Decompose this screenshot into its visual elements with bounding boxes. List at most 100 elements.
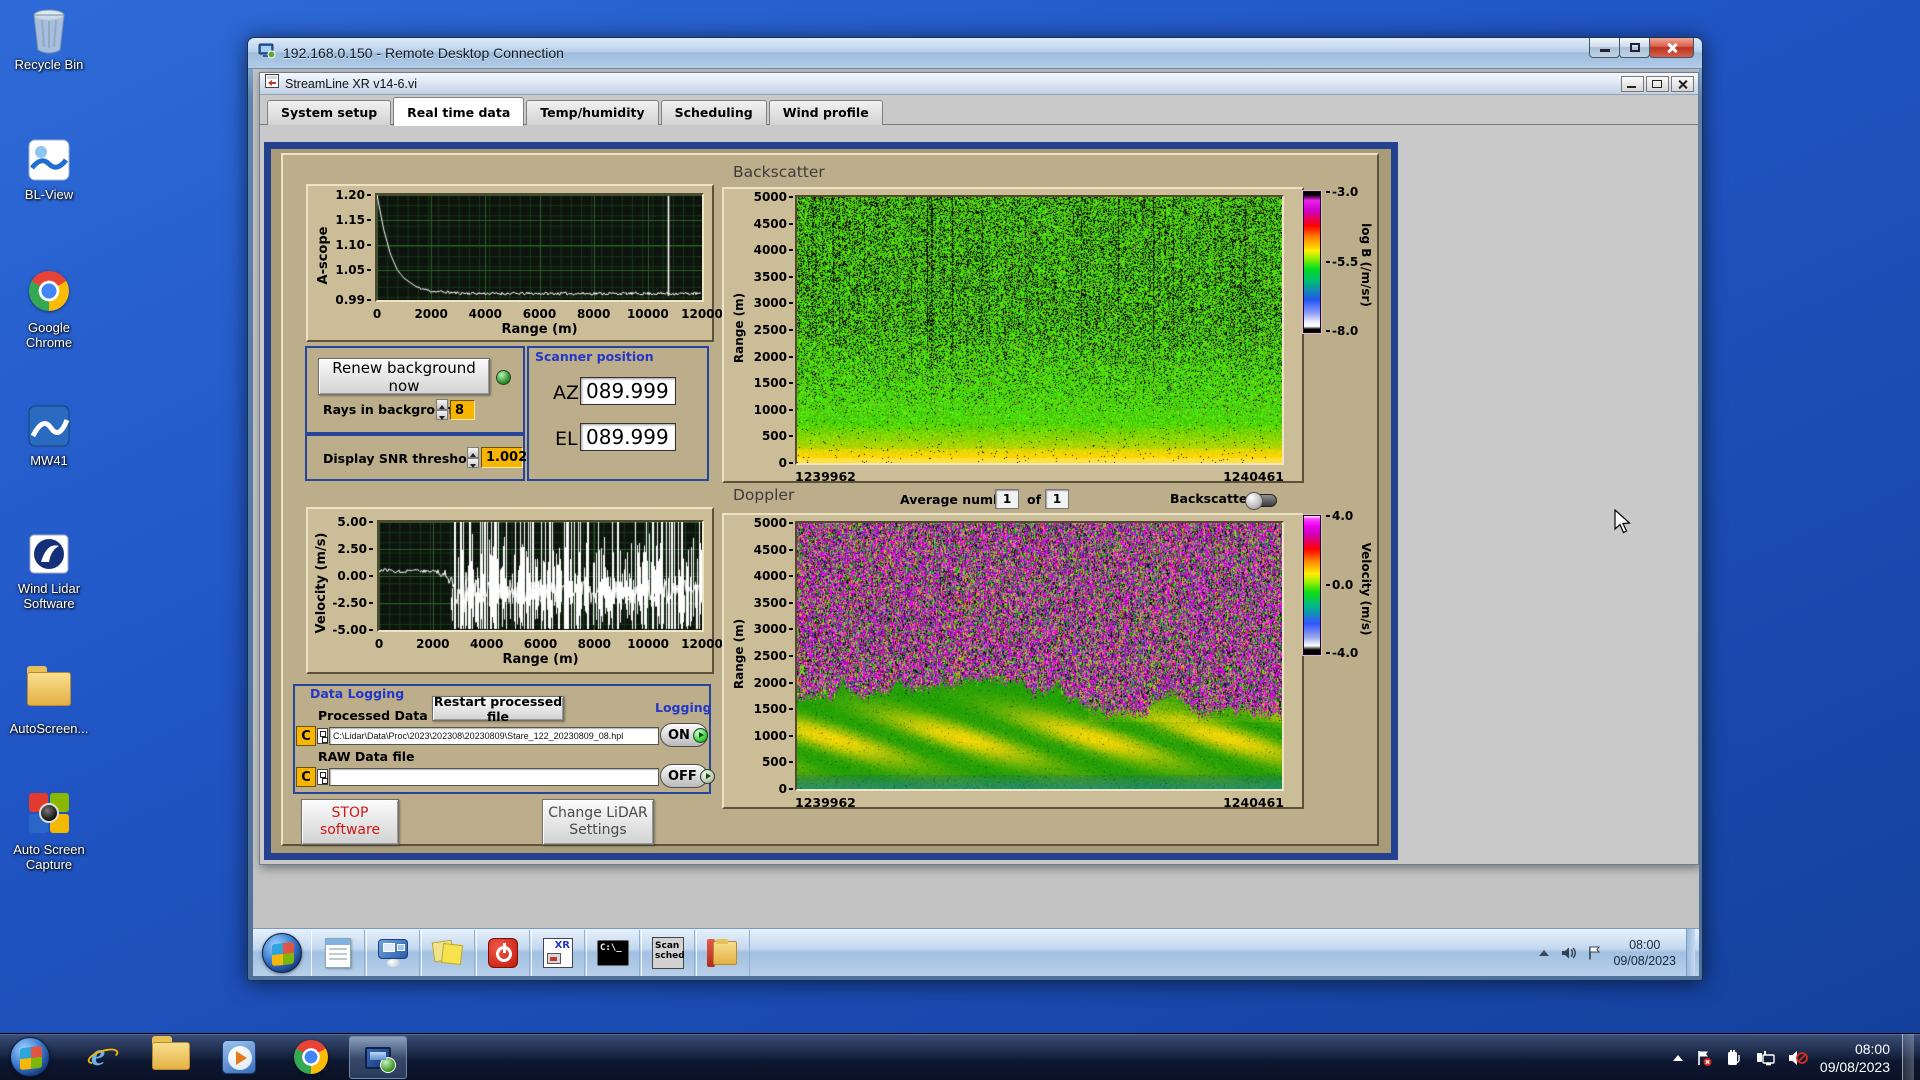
- rdp-titlebar[interactable]: 192.168.0.150 - Remote Desktop Connectio…: [248, 38, 1702, 69]
- on-label: ON: [668, 727, 690, 743]
- taskbar-chrome-button[interactable]: [294, 1040, 328, 1074]
- processed-drive-box[interactable]: C: [296, 726, 316, 746]
- remote-show-desktop-button[interactable]: [1686, 929, 1695, 976]
- remote-start-button[interactable]: [262, 933, 302, 973]
- processed-logging-switch[interactable]: ON: [660, 723, 708, 747]
- front-panel: A-scope 1.20 1.15 1.10 1.05 0.99 0 2000 4000 60…: [260, 126, 1698, 864]
- logging-label: Logging: [655, 700, 712, 715]
- remote-taskbar: XR C:\_ Scan sched 08:00 09/08/2023: [253, 928, 1699, 976]
- doppler-title: Doppler: [733, 486, 795, 504]
- speaker-icon[interactable]: [1559, 945, 1577, 961]
- ascope-x-ticks: 0 2000 4000 6000 8000 10000 12000: [372, 307, 723, 321]
- remote-system-tray: 08:00 09/08/2023: [1539, 929, 1699, 976]
- taskbar-folder-button[interactable]: [696, 930, 750, 976]
- action-center-flag-error-icon[interactable]: [1695, 1049, 1713, 1067]
- vi-icon: [265, 74, 279, 93]
- vi-maximize-button[interactable]: [1646, 76, 1669, 92]
- tray-expand-icon[interactable]: [1539, 950, 1550, 956]
- average-total-field[interactable]: 1: [1045, 489, 1069, 509]
- maximize-button[interactable]: [1619, 38, 1650, 58]
- taskbar-internet-explorer-button[interactable]: e: [85, 1036, 121, 1074]
- taskbar-sticky-notes-button[interactable]: [421, 930, 475, 976]
- taskbar-power-button[interactable]: [476, 930, 530, 976]
- taskbar-streamline-xr-button[interactable]: XR: [531, 930, 585, 976]
- off-label: OFF: [668, 768, 697, 784]
- colorbar-tick: -8.0: [1326, 324, 1358, 338]
- taskbar-scan-scheduler-button[interactable]: Scan sched: [641, 930, 695, 976]
- taskbar-explorer-button[interactable]: [152, 1036, 190, 1070]
- az-field[interactable]: 089.999: [580, 377, 676, 405]
- off-led-icon: [699, 768, 715, 784]
- taskbar-command-prompt-button[interactable]: C:\_: [586, 930, 640, 976]
- desktop-icon-recycle-bin[interactable]: Recycle Bin: [6, 8, 92, 72]
- close-icon: [1666, 42, 1678, 54]
- maximize-icon: [1652, 80, 1662, 88]
- doppler-colorbar-label: Velocity (m/s): [1359, 542, 1373, 636]
- power-plug-icon[interactable]: [1725, 1049, 1744, 1067]
- minimize-button[interactable]: [1589, 38, 1620, 58]
- renew-background-button[interactable]: Renew background now: [318, 358, 490, 395]
- change-lidar-settings-button[interactable]: Change LiDAR Settings: [542, 799, 654, 845]
- tab-wind-profile[interactable]: Wind profile: [768, 100, 883, 125]
- rdp-session-icon: [365, 1046, 396, 1073]
- chrome-icon: [26, 271, 72, 317]
- speaker-muted-icon[interactable]: [1788, 1049, 1808, 1067]
- taskbar-wmp-button[interactable]: [222, 1040, 256, 1074]
- close-button[interactable]: [1649, 38, 1694, 58]
- desktop-icon-bl-view[interactable]: BL-View: [6, 138, 92, 202]
- restart-processed-button[interactable]: Restart processed file: [432, 694, 564, 724]
- bl-view-icon: [26, 138, 72, 184]
- streamline-window-title: StreamLine XR v14-6.vi: [285, 76, 418, 91]
- tab-system-setup[interactable]: System setup: [267, 100, 392, 125]
- action-center-flag-icon[interactable]: [1587, 945, 1603, 961]
- raw-drive-box[interactable]: C: [296, 767, 316, 787]
- chrome-icon: [294, 1040, 328, 1074]
- desktop-icon-wind-lidar[interactable]: Wind Lidar Software: [6, 532, 92, 611]
- vi-close-button[interactable]: [1671, 76, 1694, 92]
- show-desktop-button[interactable]: [1902, 1034, 1914, 1080]
- stop-software-button[interactable]: STOP software: [301, 799, 399, 845]
- toggle-knob: [1245, 492, 1263, 510]
- velocity-x-axis-label: Range (m): [502, 652, 579, 667]
- snr-spinner[interactable]: [467, 447, 479, 468]
- backscatter-x-end: 1240461: [1223, 469, 1284, 484]
- taskbar-rdp-button-active[interactable]: [349, 1036, 407, 1079]
- tab-strip: System setup Real time data Temp/humidity S…: [260, 96, 1698, 126]
- host-clock[interactable]: 08:00 09/08/2023: [1820, 1040, 1890, 1076]
- backscatter-y-axis-label: Range (m): [732, 292, 746, 364]
- start-button[interactable]: [10, 1037, 50, 1077]
- rays-spinner[interactable]: [436, 399, 448, 420]
- tab-temp-humidity[interactable]: Temp/humidity: [526, 100, 659, 125]
- processed-path-field[interactable]: C:\Lidar\Data\Proc\2023\202308\20230809\…: [329, 727, 659, 745]
- streamline-titlebar[interactable]: StreamLine XR v14-6.vi: [260, 73, 1698, 95]
- backscatter-x-start: 1239962: [795, 469, 856, 484]
- tab-scheduling[interactable]: Scheduling: [660, 100, 767, 125]
- folder-icon: [152, 1036, 190, 1070]
- el-field[interactable]: 089.999: [580, 423, 676, 451]
- desktop-icon-auto-screen-capture[interactable]: Auto Screen Capture: [6, 790, 92, 872]
- raw-logging-switch[interactable]: OFF: [660, 764, 715, 788]
- desktop-icon-mw41[interactable]: MW41: [6, 404, 92, 468]
- taskbar-notepad-button[interactable]: [311, 930, 365, 976]
- renew-led: [496, 370, 511, 385]
- tray-expand-icon[interactable]: [1672, 1054, 1683, 1061]
- doppler-x-end: 1240461: [1223, 795, 1284, 810]
- taskbar-display-settings-button[interactable]: [366, 930, 420, 976]
- raw-path-field[interactable]: [329, 768, 659, 786]
- desktop-icon-google-chrome[interactable]: Google Chrome: [6, 268, 92, 350]
- backscatter-heatmap-panel: Range (m) 5000 4500 4000 3500 3000 2500 2000 15…: [722, 187, 1304, 484]
- vi-minimize-button[interactable]: [1621, 76, 1644, 92]
- snr-field[interactable]: 1.002: [481, 447, 527, 468]
- average-number-field[interactable]: 1: [995, 489, 1019, 509]
- network-icon[interactable]: [1756, 1049, 1776, 1067]
- path-type-icon: [317, 769, 328, 785]
- velocity-plot: [377, 520, 704, 632]
- backscatter-toggle[interactable]: [1245, 492, 1277, 510]
- remote-clock[interactable]: 08:00 09/08/2023: [1613, 937, 1676, 969]
- rays-field[interactable]: 8: [450, 400, 475, 420]
- desktop-icon-autoscreen-folder[interactable]: AutoScreen...: [6, 664, 92, 736]
- close-icon: [1678, 79, 1688, 89]
- tab-real-time-data[interactable]: Real time data: [393, 97, 525, 126]
- snr-label: Display SNR thresh‍old: [323, 451, 481, 466]
- backscatter-colorbar-label: log B (/m/sr): [1359, 223, 1373, 307]
